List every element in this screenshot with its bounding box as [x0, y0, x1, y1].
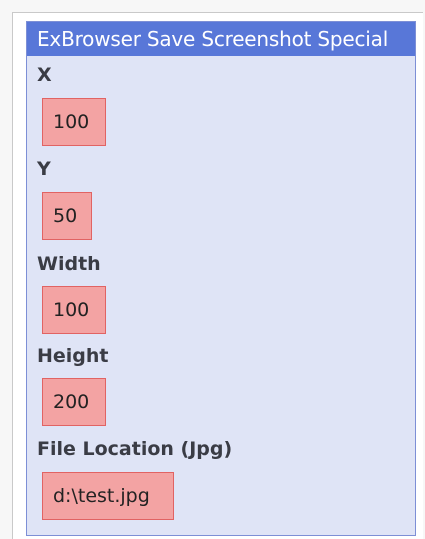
height-label: Height — [37, 345, 109, 367]
y-input[interactable]: 50 — [42, 192, 92, 240]
file-location-input[interactable]: d:\test.jpg — [42, 472, 174, 520]
x-label: X — [37, 64, 52, 86]
y-label: Y — [37, 158, 51, 180]
save-screenshot-panel: ExBrowser Save Screenshot Special X 100 … — [26, 21, 416, 536]
width-label: Width — [37, 253, 101, 275]
panel-title: ExBrowser Save Screenshot Special — [27, 22, 415, 56]
width-input[interactable]: 100 — [42, 286, 106, 334]
file-location-label: File Location (Jpg) — [37, 438, 233, 460]
height-input[interactable]: 200 — [42, 378, 106, 426]
screenshot-canvas: ExBrowser Save Screenshot Special X 100 … — [0, 0, 425, 539]
x-input[interactable]: 100 — [42, 98, 106, 146]
